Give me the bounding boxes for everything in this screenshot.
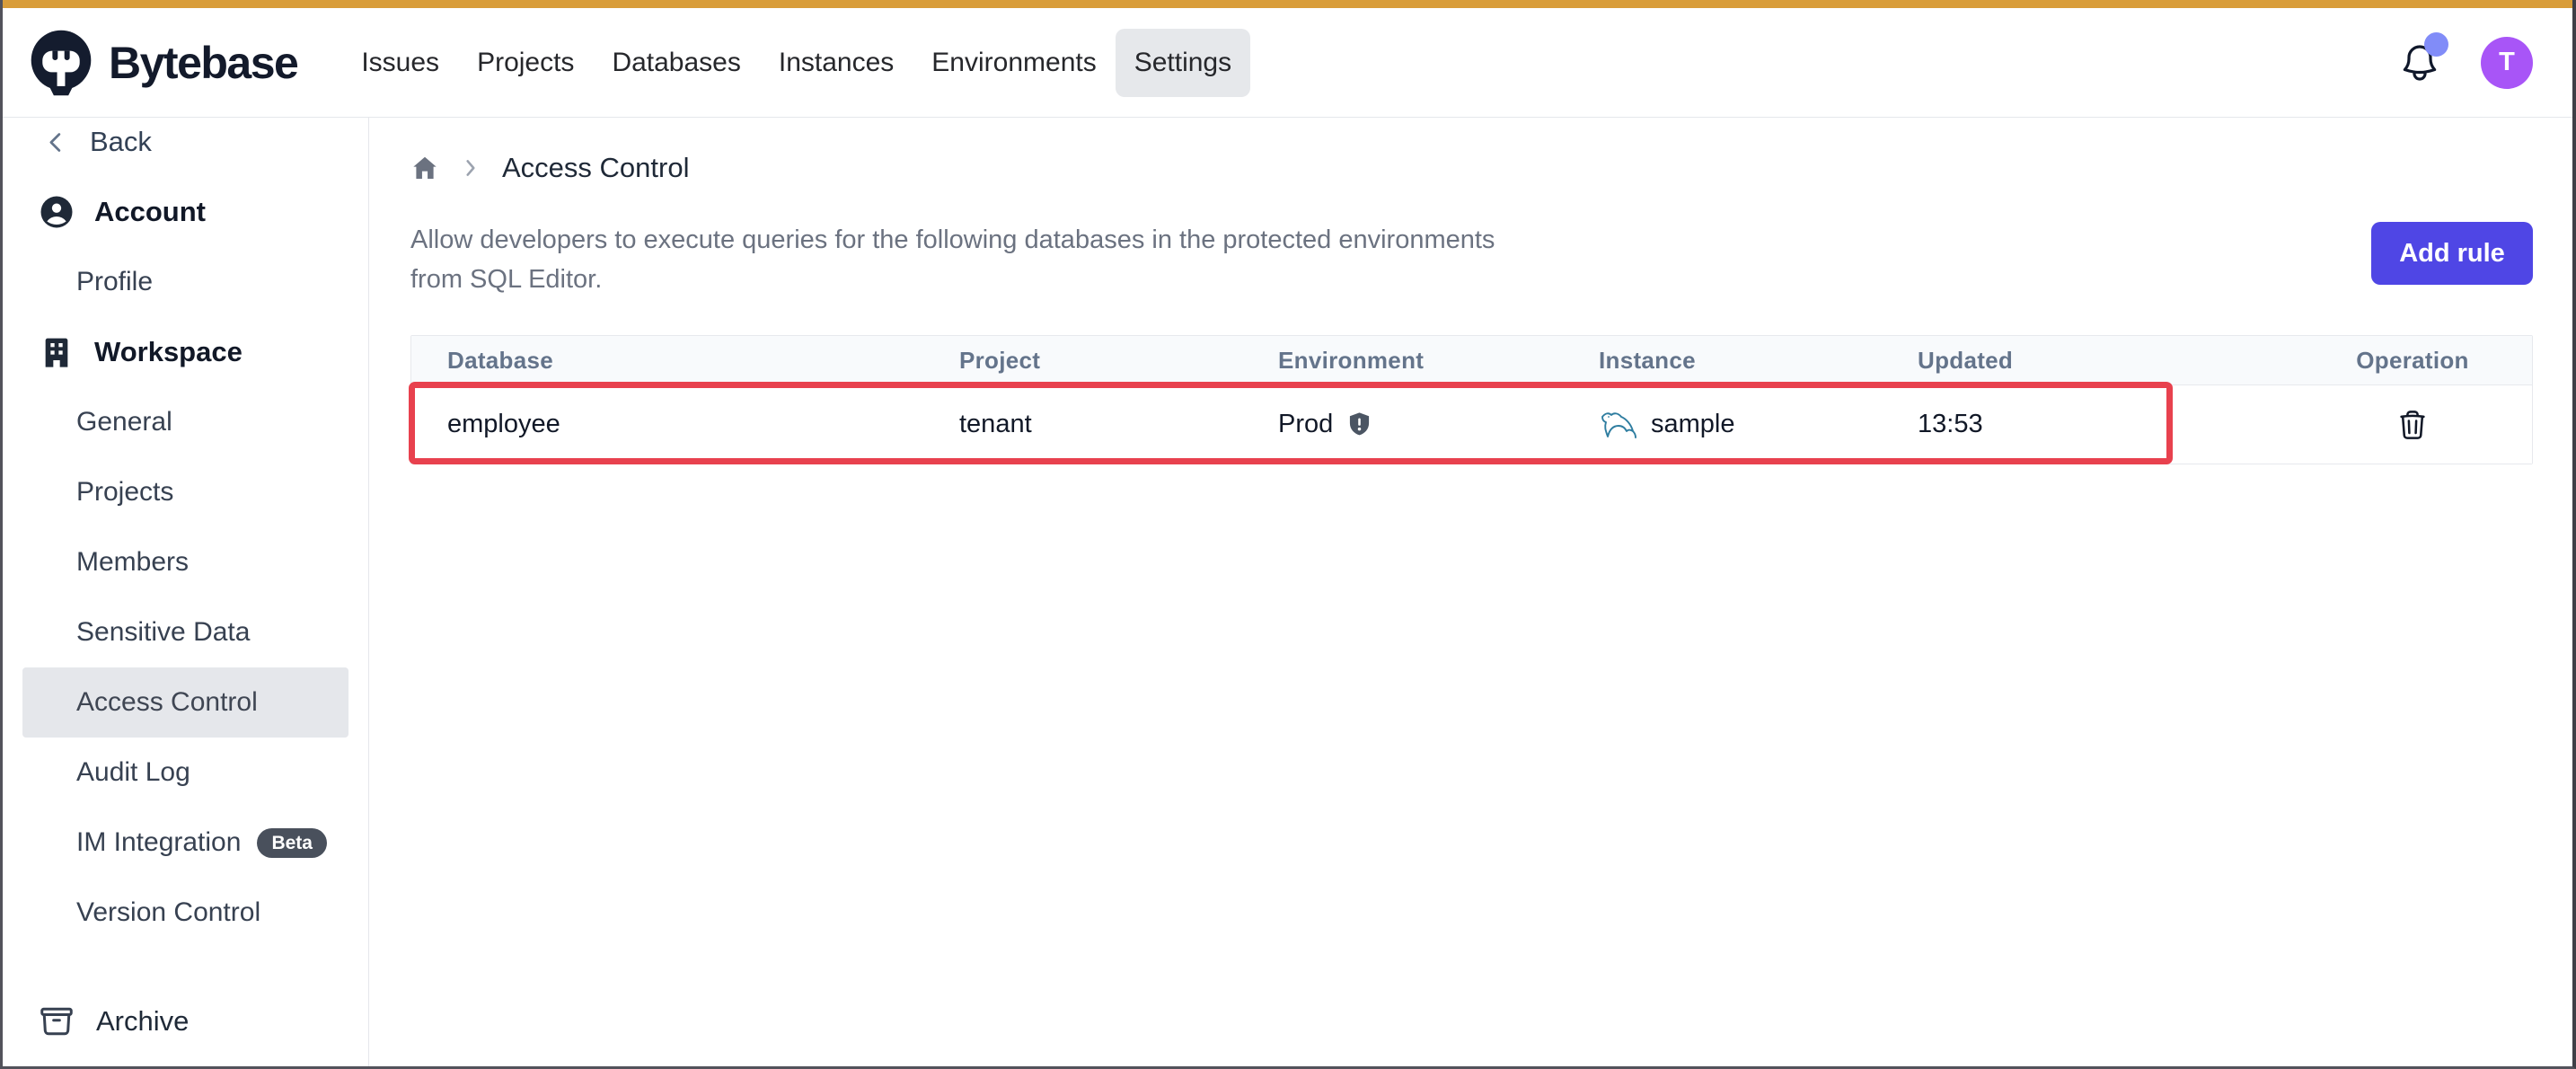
column-header-instance: Instance <box>1599 347 1918 375</box>
table-header-row: Database Project Environment Instance Up… <box>411 336 2532 384</box>
sidebar-group-account: Account <box>3 177 368 247</box>
nav-item-issues[interactable]: Issues <box>342 29 458 97</box>
sidebar-item-label: Members <box>76 547 189 578</box>
sidebar-item-audit-log[interactable]: Audit Log <box>22 738 348 808</box>
navbar-right: T <box>2398 37 2533 89</box>
cell-updated: 13:53 <box>1918 410 2293 439</box>
cell-project: tenant <box>959 410 1278 439</box>
sidebar-item-label: IM Integration <box>76 827 241 858</box>
table-row: employee tenant Prod <box>411 384 2532 464</box>
add-rule-button[interactable]: Add rule <box>2371 222 2533 285</box>
sidebar-item-projects[interactable]: Projects <box>22 457 348 527</box>
cell-instance: sample <box>1599 410 1918 440</box>
delete-rule-button[interactable] <box>2396 409 2429 441</box>
sidebar-item-label: Version Control <box>76 897 260 928</box>
cell-environment: Prod <box>1278 410 1599 439</box>
sidebar-item-version-control[interactable]: Version Control <box>22 878 348 948</box>
breadcrumb-current: Access Control <box>502 152 689 184</box>
unread-badge-dot <box>2424 32 2448 57</box>
building-icon <box>39 334 75 370</box>
user-circle-icon <box>39 194 75 230</box>
archive-label: Archive <box>96 1005 189 1038</box>
app-window: Bytebase Issues Projects Databases Insta… <box>0 0 2576 1069</box>
shield-exclamation-icon <box>1345 411 1373 438</box>
sidebar-group-label: Account <box>94 196 206 228</box>
sidebar-item-label: Audit Log <box>76 757 190 788</box>
nav-item-instances[interactable]: Instances <box>760 29 913 97</box>
column-header-environment: Environment <box>1278 347 1599 375</box>
user-avatar[interactable]: T <box>2481 37 2533 89</box>
sidebar-group-workspace: Workspace <box>3 317 368 387</box>
sidebar-item-label: Profile <box>76 267 153 297</box>
archive-box-icon <box>39 1003 75 1039</box>
beta-badge: Beta <box>257 828 327 858</box>
column-header-project: Project <box>959 347 1278 375</box>
page-description: Allow developers to execute queries for … <box>410 220 1497 299</box>
nav-item-databases[interactable]: Databases <box>593 29 759 97</box>
main-nav: Issues Projects Databases Instances Envi… <box>342 29 1250 97</box>
sidebar-item-label: Projects <box>76 477 173 508</box>
sidebar-item-access-control[interactable]: Access Control <box>22 667 348 738</box>
sidebar-item-general[interactable]: General <box>22 387 348 457</box>
cell-operation <box>2293 409 2532 441</box>
nav-item-settings[interactable]: Settings <box>1116 29 1250 97</box>
sidebar-item-im-integration[interactable]: IM Integration Beta <box>22 808 348 878</box>
chevron-left-icon <box>44 130 68 155</box>
column-header-operation: Operation <box>2293 347 2532 375</box>
brand[interactable]: Bytebase <box>28 29 297 97</box>
bytebase-logo-icon <box>28 29 94 97</box>
sidebar-item-sensitive-data[interactable]: Sensitive Data <box>22 597 348 667</box>
sidebar-group-label: Workspace <box>94 336 243 368</box>
instance-name: sample <box>1651 410 1735 439</box>
chevron-right-icon <box>459 156 482 180</box>
cell-database: employee <box>411 410 959 439</box>
main-content: Access Control Allow developers to execu… <box>369 118 2572 1066</box>
demo-banner-strip <box>3 0 2572 8</box>
nav-item-projects[interactable]: Projects <box>458 29 593 97</box>
breadcrumb: Access Control <box>410 141 2533 195</box>
environment-name: Prod <box>1278 410 1333 439</box>
sidebar-item-label: Sensitive Data <box>76 617 250 648</box>
sidebar-item-profile[interactable]: Profile <box>22 247 348 317</box>
back-label: Back <box>90 126 152 158</box>
back-button[interactable]: Back <box>3 118 368 177</box>
sidebar-item-members[interactable]: Members <box>22 527 348 597</box>
home-icon[interactable] <box>410 154 439 182</box>
notifications-button[interactable] <box>2398 41 2441 84</box>
trash-icon <box>2396 409 2429 441</box>
mysql-dolphin-icon <box>1599 410 1638 440</box>
column-header-database: Database <box>411 347 959 375</box>
column-header-updated: Updated <box>1918 347 2293 375</box>
top-navbar: Bytebase Issues Projects Databases Insta… <box>3 8 2572 118</box>
sidebar-item-label: Access Control <box>76 687 258 718</box>
archive-button[interactable]: Archive <box>3 993 368 1050</box>
access-control-table: Database Project Environment Instance Up… <box>410 335 2533 464</box>
nav-item-environments[interactable]: Environments <box>913 29 1115 97</box>
settings-sidebar: Back Account Profile <box>3 118 369 1066</box>
sidebar-item-label: General <box>76 407 172 437</box>
brand-wordmark: Bytebase <box>109 37 297 89</box>
